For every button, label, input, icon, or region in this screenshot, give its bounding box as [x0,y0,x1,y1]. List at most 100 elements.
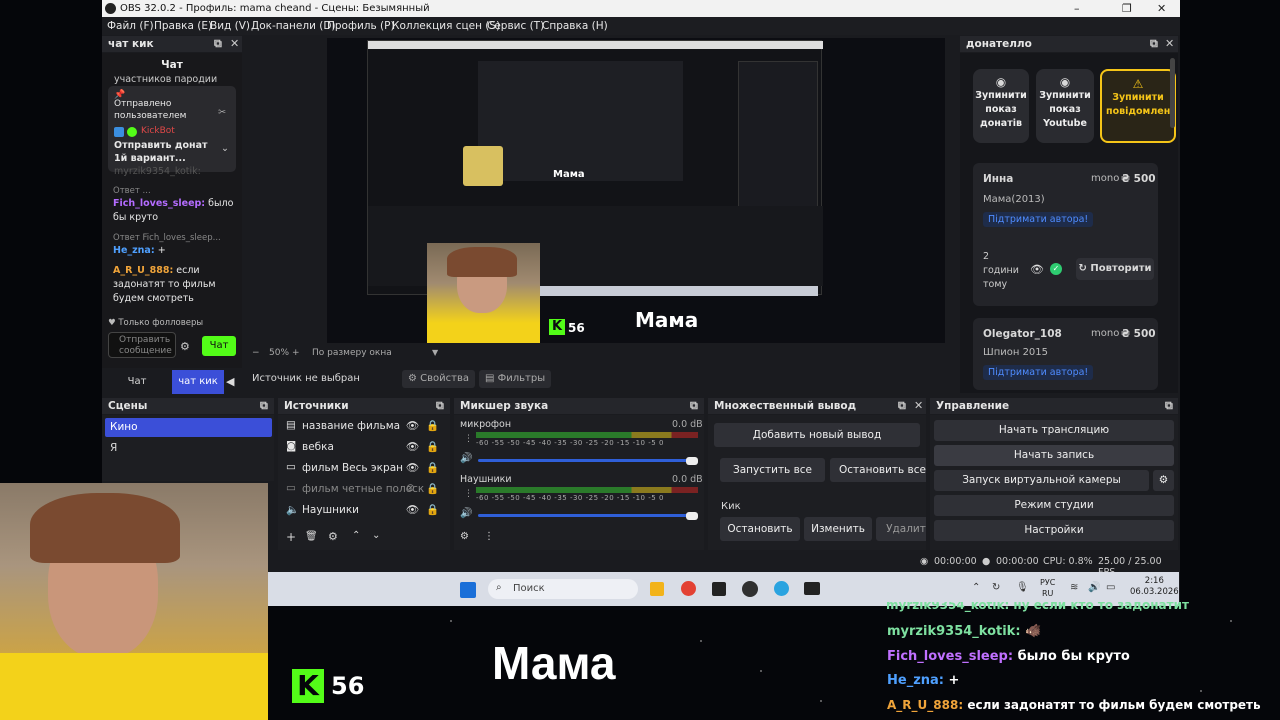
visibility-icon[interactable]: 👁 [406,440,419,453]
send-chat-button[interactable]: Чат [202,336,236,356]
language-indicator[interactable]: РУС RU [1040,577,1055,599]
volume-icon[interactable]: 🔊 [1088,582,1100,593]
add-output-button[interactable]: Добавить новый вывод [714,423,920,447]
volume-knob[interactable] [686,512,698,520]
taskbar-search[interactable]: ⌕ Поиск [488,579,638,599]
start-all-button[interactable]: Запустить все [720,458,825,482]
visibility-icon[interactable]: 👁 [406,503,419,516]
menu-file[interactable]: Файл (F) [107,20,154,32]
kebab-menu-icon[interactable]: ⋮ [484,531,494,542]
scene-item[interactable]: Кино [105,418,272,437]
filters-button[interactable]: ▤ Фильтры [479,370,552,388]
zoom-in-icon[interactable]: + [292,348,300,358]
source-row[interactable]: ▤ название фильма 👁 🔒 [278,416,450,437]
explorer-icon[interactable] [650,582,664,596]
volume-slider[interactable] [478,514,692,517]
telegram-icon[interactable] [774,581,789,596]
float-icon[interactable]: ⧉ [690,399,698,413]
fit-dropdown-icon[interactable]: ▼ [432,348,438,357]
float-icon[interactable]: ⧉ [436,399,444,413]
lock-icon[interactable]: 🔒 [426,461,439,474]
chat-username[interactable]: Fich_loves_sleep: [113,198,205,209]
tab-kick-chat[interactable]: чат кик [172,370,224,394]
chat-username[interactable]: He_zna: [113,245,155,256]
tab-chat[interactable]: Чат [102,370,172,394]
start-recording-button[interactable]: Начать запись [934,445,1174,466]
wifi-icon[interactable]: ≋ [1070,582,1078,593]
unpin-icon[interactable]: ✂ [218,106,226,120]
gear-icon[interactable]: ⚙ [328,530,338,543]
close-icon[interactable]: ✕ [914,399,923,412]
stop-youtube-button[interactable]: ◉ Зупинити показ Youtube [1036,69,1094,143]
stop-output-button[interactable]: Остановить [720,517,800,541]
maximize-icon[interactable]: ❐ [1122,2,1132,15]
properties-button[interactable]: ⚙ Свойства [402,370,475,388]
menu-edit[interactable]: Правка (E) [154,20,212,32]
virtual-camera-button[interactable]: Запуск виртуальной камеры [934,470,1149,491]
gear-icon[interactable]: ⚙ [460,531,469,542]
menu-scene-collection[interactable]: Коллекция сцен (S) [392,20,500,32]
hidden-icon[interactable]: ⊘ [406,482,415,494]
source-row[interactable]: ▭ фильм четные полоск ⊘ 🔒 [278,479,450,500]
clock[interactable]: 2:16 06.03.2026 [1130,576,1179,598]
scene-item[interactable]: Я [110,442,117,454]
virtual-camera-settings-icon[interactable]: ⚙ [1153,470,1174,491]
add-icon[interactable]: + [286,530,296,544]
visibility-icon[interactable]: 👁 [406,461,419,474]
close-icon[interactable]: ✕ [1165,37,1174,50]
scrollbar[interactable] [1170,58,1175,128]
move-down-icon[interactable]: ⌄ [372,530,380,541]
lock-icon[interactable]: 🔒 [426,440,439,453]
preview-canvas[interactable]: Мама K 56 Мама [327,38,945,343]
studio-mode-button[interactable]: Режим студии [934,495,1174,516]
volume-knob[interactable] [686,457,698,465]
fit-mode-select[interactable]: По размеру окна [312,348,392,358]
chrome-icon[interactable] [681,581,696,596]
support-author-link[interactable]: Підтримати автора! [983,365,1094,380]
tray-expand-icon[interactable]: ⌃ [972,582,980,593]
minimize-icon[interactable]: – [1074,2,1080,15]
settings-button[interactable]: Настройки [934,520,1174,541]
visibility-icon[interactable]: 👁 [406,419,419,432]
scroll-left-icon[interactable]: ◀ [226,375,234,388]
delete-output-button[interactable]: Удалит [876,517,926,541]
repeat-button[interactable]: ↻ Повторити [1076,258,1154,280]
float-icon[interactable]: ⧉ [214,37,222,51]
terminal-icon[interactable] [804,582,820,595]
start-icon[interactable] [460,582,476,598]
chevron-down-icon[interactable]: ⌄ [221,142,229,156]
kebab-menu-icon[interactable]: ⋮ [464,434,473,444]
close-icon[interactable]: ✕ [1157,2,1166,15]
source-row[interactable]: 🔈 Наушники 👁 🔒 [278,500,450,521]
obs-taskbar-icon[interactable] [742,581,758,597]
menu-profile[interactable]: Профиль (P) [327,20,395,32]
support-author-link[interactable]: Підтримати автора! [983,212,1094,227]
edit-output-button[interactable]: Изменить [804,517,872,541]
speaker-icon[interactable]: 🔊 [460,508,472,519]
battery-icon[interactable]: ▭ [1106,582,1115,593]
kebab-menu-icon[interactable]: ⋮ [464,489,473,499]
zoom-out-icon[interactable]: − [252,348,260,358]
microphone-icon[interactable]: 🎙 [1016,582,1029,593]
lock-icon[interactable]: 🔒 [426,482,439,495]
menu-help[interactable]: Справка (H) [542,20,608,32]
menu-docks[interactable]: Док-панели (D) [251,20,336,32]
trash-icon[interactable]: 🗑 [305,531,318,542]
menu-tools[interactable]: Сервис (T) [487,20,544,32]
source-row[interactable]: ▭ фильм Весь экран 👁 🔒 [278,458,450,479]
stop-donations-button[interactable]: ◉ Зупинити показ донатів [973,69,1029,143]
volume-slider[interactable] [478,459,692,462]
float-icon[interactable]: ⧉ [1165,399,1173,413]
lock-icon[interactable]: 🔒 [426,419,439,432]
stop-messages-button[interactable]: ⚠ Зупинити повідомлення [1100,69,1176,143]
float-icon[interactable]: ⧉ [898,399,906,413]
float-icon[interactable]: ⧉ [260,399,268,413]
speaker-icon[interactable]: 🔊 [460,453,472,464]
settings-icon[interactable]: ⚙ [180,340,190,353]
close-icon[interactable]: ✕ [230,37,239,50]
eye-icon[interactable]: 👁 [1030,263,1044,276]
lock-icon[interactable]: 🔒 [426,503,439,516]
move-up-icon[interactable]: ⌃ [352,530,360,541]
chat-username[interactable]: A_R_U_888: [113,265,173,276]
menu-view[interactable]: Вид (V) [210,20,250,32]
